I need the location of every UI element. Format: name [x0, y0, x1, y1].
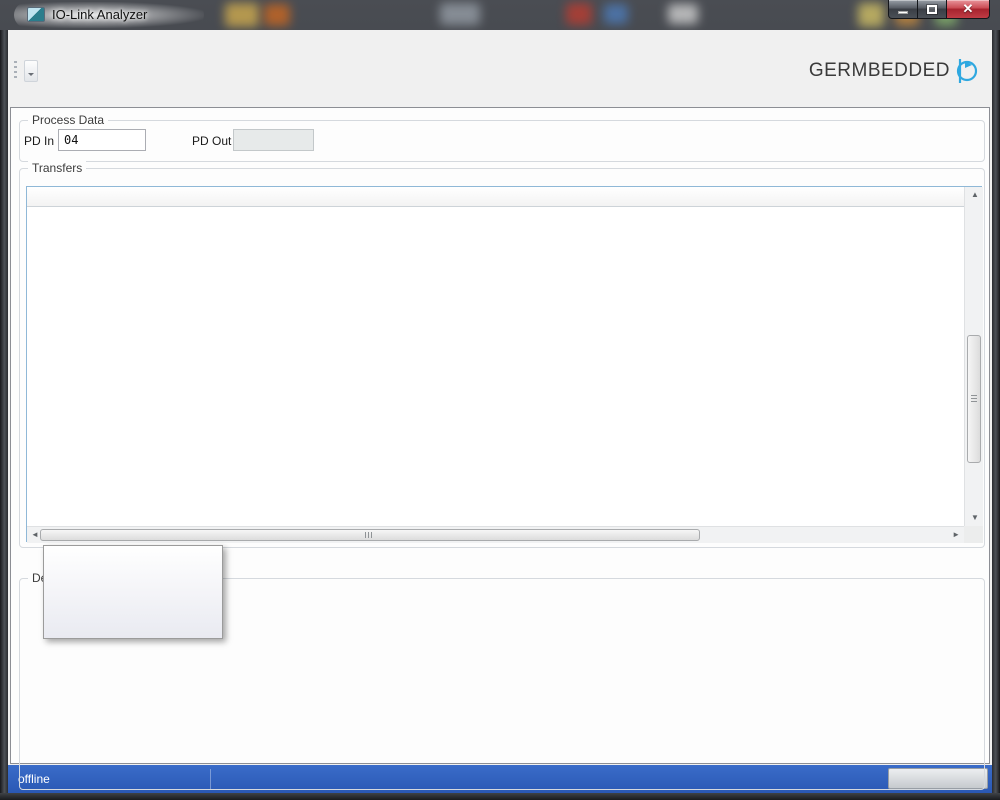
pd-out-field	[233, 129, 314, 151]
close-button[interactable]: ✕	[947, 0, 990, 19]
toolbar-grip[interactable]	[14, 61, 17, 81]
scroll-left-icon[interactable]: ◄	[31, 531, 39, 539]
maximize-icon	[927, 5, 937, 14]
app-icon	[27, 7, 45, 22]
maximize-button[interactable]	[918, 0, 947, 19]
transfers-group: Transfers ▲ ▼ ◄ ►	[19, 168, 985, 548]
brand-logo: GERMBEDDED	[809, 57, 980, 85]
minimize-icon	[898, 11, 908, 14]
window-title: IO-Link Analyzer	[52, 7, 147, 22]
brand-text: GERMBEDDED	[809, 60, 950, 82]
grid-rows	[27, 207, 964, 526]
tab-page-overview: Process Data PD In 04 PD Out Transfers ▲…	[10, 107, 990, 764]
menu-bar	[8, 30, 992, 56]
window-border-right	[992, 30, 1000, 800]
grid-header	[27, 187, 964, 207]
horizontal-scrollbar[interactable]: ◄ ►	[27, 526, 964, 543]
process-data-title: Process Data	[28, 113, 108, 127]
pd-out-label: PD Out	[192, 134, 231, 148]
transfers-grid: ▲ ▼ ◄ ►	[26, 186, 982, 542]
pd-in-label: PD In	[24, 134, 54, 148]
window-border-left	[0, 30, 8, 800]
tab-strip	[10, 85, 12, 108]
transfers-title: Transfers	[28, 161, 86, 175]
vertical-scrollbar-thumb[interactable]	[967, 335, 981, 463]
minimize-button[interactable]	[888, 0, 918, 19]
flags-legend-tooltip	[43, 545, 223, 639]
client-area: GERMBEDDED Process Data PD In 04 PD Out …	[8, 30, 992, 793]
scroll-right-icon[interactable]: ►	[952, 531, 960, 539]
process-data-group: Process Data PD In 04 PD Out	[19, 120, 985, 162]
toolbar-overflow-button[interactable]	[24, 60, 38, 82]
pd-status-dot	[152, 132, 167, 147]
scroll-down-icon[interactable]: ▼	[971, 514, 979, 522]
title-bar[interactable]: IO-Link Analyzer ✕	[0, 0, 1000, 30]
pd-in-field[interactable]: 04	[58, 129, 146, 151]
horizontal-scrollbar-thumb[interactable]	[40, 529, 700, 541]
scrollbar-corner	[964, 526, 983, 543]
germbedded-logo-icon	[952, 57, 980, 85]
scroll-up-icon[interactable]: ▲	[971, 191, 979, 199]
close-icon: ✕	[963, 1, 974, 17]
vertical-scrollbar[interactable]: ▲ ▼	[964, 187, 983, 526]
window-border-bottom	[0, 793, 1000, 800]
